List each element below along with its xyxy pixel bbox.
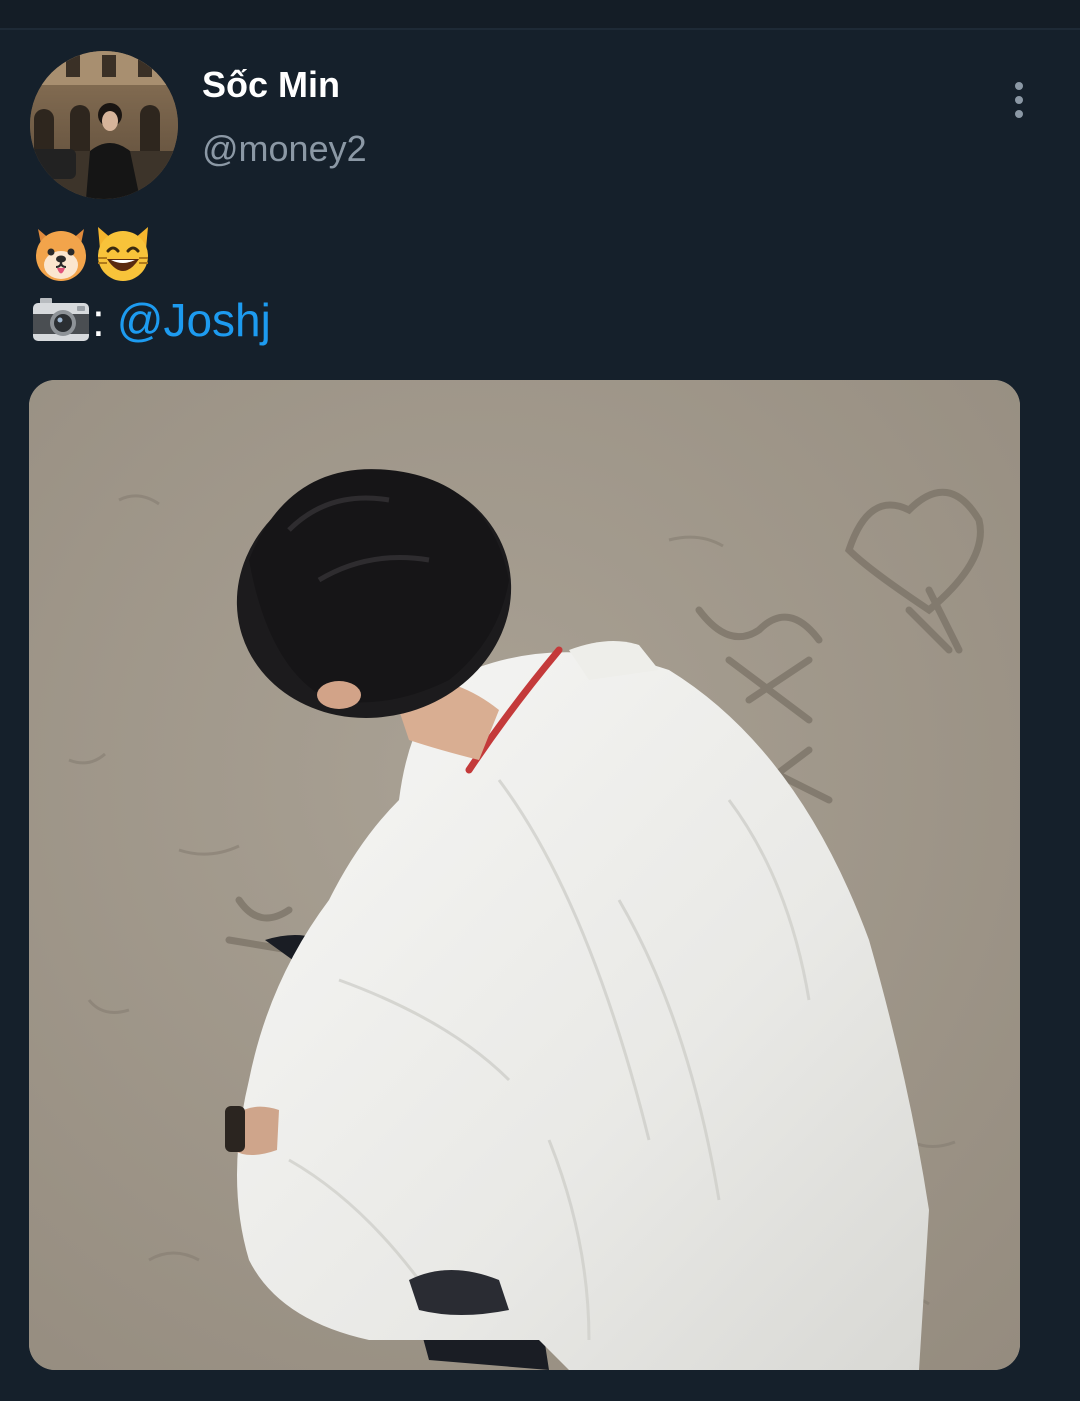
credit-separator: : <box>92 294 105 346</box>
tweet-emoji-line <box>32 225 152 287</box>
dot-icon <box>1015 82 1023 90</box>
author-handle[interactable]: @money2 <box>202 128 367 170</box>
beach-photo-icon <box>29 380 1020 1370</box>
photographer-mention-link[interactable]: @Joshj <box>117 293 271 347</box>
tweet-photo[interactable] <box>29 380 1020 1370</box>
author-display-name[interactable]: Sốc Min <box>202 64 340 106</box>
dot-icon <box>1015 110 1023 118</box>
avatar[interactable] <box>30 51 178 199</box>
top-bar <box>0 0 1080 30</box>
more-options-button[interactable] <box>1004 78 1034 122</box>
grinning-cat-emoji-icon <box>98 227 148 281</box>
camera-emoji-icon <box>33 298 89 341</box>
dog-face-emoji-icon <box>36 229 86 281</box>
dot-icon <box>1015 96 1023 104</box>
photo-credit-line: : @Joshj <box>32 292 271 348</box>
